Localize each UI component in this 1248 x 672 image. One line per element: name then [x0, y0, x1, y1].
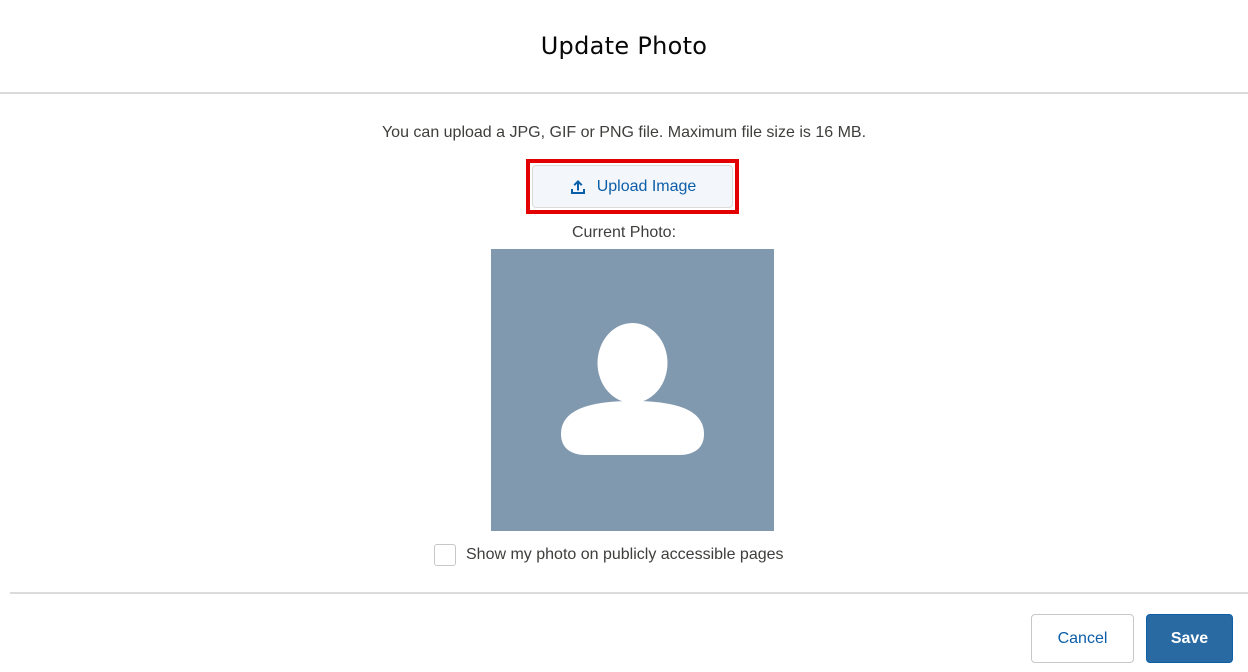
upload-instructions: You can upload a JPG, GIF or PNG file. M… — [381, 124, 867, 141]
public-photo-option: Show my photo on publicly accessible pag… — [434, 540, 784, 570]
public-photo-checkbox-label[interactable]: Show my photo on publicly accessible pag… — [466, 546, 784, 564]
save-button[interactable]: Save — [1146, 614, 1233, 663]
cancel-button[interactable]: Cancel — [1031, 614, 1134, 663]
public-photo-checkbox[interactable] — [434, 544, 456, 566]
update-photo-modal: Update Photo You can upload a JPG, GIF o… — [0, 0, 1248, 672]
modal-body: You can upload a JPG, GIF or PNG file. M… — [0, 94, 1248, 592]
modal-title: Update Photo — [540, 32, 708, 60]
upload-image-label: Upload Image — [596, 177, 697, 195]
current-photo-label: Current Photo: — [571, 224, 677, 241]
modal-header: Update Photo — [0, 0, 1248, 94]
person-silhouette-icon — [561, 323, 704, 455]
modal-footer: Cancel Save — [10, 592, 1248, 672]
upload-icon — [569, 178, 587, 196]
upload-image-button[interactable]: Upload Image — [532, 165, 733, 208]
current-photo — [491, 249, 774, 531]
